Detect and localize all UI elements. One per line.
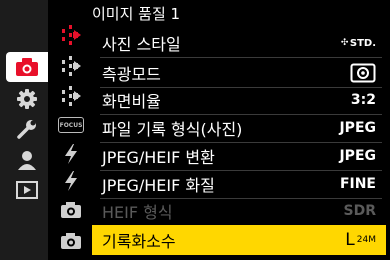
sidebar-item-camera[interactable]: [6, 52, 48, 82]
sidebar-item-setup[interactable]: [6, 114, 48, 144]
menu-item-photo-style[interactable]: 사진 스타일 ✣ STD.: [92, 30, 386, 56]
tab-focus[interactable]: FOCUS: [54, 110, 88, 140]
tab-column: FOCUS: [48, 0, 88, 260]
camera-small-icon: [61, 202, 81, 218]
red-menu-tab-icon: [62, 25, 81, 45]
camera-small-icon: [61, 233, 81, 249]
sidebar-item-custom[interactable]: [6, 145, 48, 175]
menu-item-metering-mode[interactable]: 측광모드: [92, 60, 386, 86]
menu-item-picture-size[interactable]: 기록화소수 L 24M: [92, 225, 386, 255]
tab-image-quality-3[interactable]: [54, 81, 88, 111]
tab-camera-1[interactable]: [54, 195, 88, 225]
sidebar-item-settings[interactable]: [6, 84, 48, 114]
tab-flash-2[interactable]: [54, 166, 88, 196]
menu-item-label: JPEG/HEIF 변환: [102, 148, 215, 167]
person-icon: [18, 151, 36, 170]
menu-item-label: 화면비율: [102, 92, 161, 111]
wrench-icon: [17, 120, 36, 139]
menu-item-label: HEIF 형식: [102, 203, 173, 222]
menu-item-label: 사진 스타일: [102, 35, 181, 54]
menu-item-value: SDR: [343, 203, 376, 219]
menu-item-jpeg-heif-conversion[interactable]: JPEG/HEIF 변환 JPEG: [92, 143, 386, 169]
tab-camera-2[interactable]: [54, 226, 88, 256]
menu-item-jpeg-heif-quality[interactable]: JPEG/HEIF 화질 FINE: [92, 171, 386, 197]
sidebar: [0, 0, 48, 260]
menu-item-aspect-ratio[interactable]: 화면비율 3:2: [92, 87, 386, 113]
page-title: 이미지 품질 1: [92, 5, 181, 23]
menu-item-label: 측광모드: [102, 65, 161, 84]
focus-tab-icon: FOCUS: [58, 117, 84, 133]
menu-tab-icon: [62, 56, 81, 76]
menu-item-file-format[interactable]: 파일 기록 형식(사진) JPEG: [92, 115, 386, 141]
menu-item-label: JPEG/HEIF 화질: [102, 176, 215, 195]
flash-icon: [65, 144, 77, 164]
tab-flash-1[interactable]: [54, 139, 88, 169]
menu-item-label: 기록화소수: [102, 232, 176, 251]
tab-image-quality-2[interactable]: [54, 51, 88, 81]
menu-item-value: FINE: [339, 176, 376, 192]
metering-icon: [350, 63, 376, 83]
menu-item-value: L 24M: [345, 230, 376, 250]
tab-image-quality-1[interactable]: [54, 20, 88, 50]
menu-item-value: JPEG: [339, 148, 376, 164]
menu-tab-icon: [62, 86, 81, 106]
gear-icon: [17, 89, 37, 109]
menu-item-label: 파일 기록 형식(사진): [102, 120, 243, 139]
menu-item-heif-format: HEIF 형식 SDR: [92, 198, 386, 224]
flash-icon: [65, 171, 77, 191]
sidebar-item-playback[interactable]: [6, 175, 48, 205]
playback-icon: [16, 181, 38, 199]
photo-style-icon: ✣ STD.: [340, 37, 376, 49]
menu-item-value: 3:2: [350, 92, 376, 108]
menu-item-value: JPEG: [339, 120, 376, 136]
camera-icon: [16, 58, 38, 76]
